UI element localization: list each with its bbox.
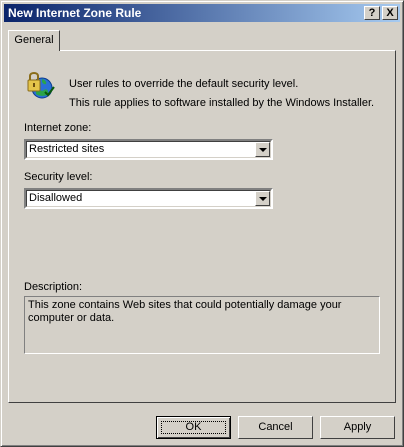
title-bar[interactable]: New Internet Zone Rule ? X — [4, 4, 400, 22]
cancel-button[interactable]: Cancel — [238, 416, 313, 439]
internet-zone-value: Restricted sites — [29, 143, 105, 155]
chevron-down-icon — [259, 197, 267, 201]
tab-general-label: General — [14, 34, 54, 46]
window-title: New Internet Zone Rule — [8, 6, 142, 20]
description-box: This zone contains Web sites that could … — [24, 296, 380, 354]
ok-button[interactable]: OK — [156, 416, 231, 439]
security-level-dropdown[interactable]: Disallowed — [24, 188, 273, 209]
apply-button[interactable]: Apply — [320, 416, 395, 439]
lock-globe-icon — [24, 68, 56, 100]
security-level-label: Security level: — [24, 171, 93, 183]
description-label: Description: — [24, 281, 83, 293]
tab-general[interactable]: General — [8, 30, 60, 51]
chevron-down-icon — [259, 148, 267, 152]
intro-text-1: User rules to override the default secur… — [69, 78, 299, 90]
security-level-dropdown-button[interactable] — [255, 191, 270, 206]
security-level-value: Disallowed — [29, 192, 83, 204]
description-text: This zone contains Web sites that could … — [28, 299, 342, 324]
focus-rectangle — [161, 421, 226, 434]
help-button[interactable]: ? — [364, 6, 380, 20]
cancel-label: Cancel — [258, 421, 293, 433]
close-button[interactable]: X — [382, 6, 398, 20]
internet-zone-dropdown[interactable]: Restricted sites — [24, 139, 273, 160]
intro-text-2: This rule applies to software installed … — [69, 97, 375, 109]
apply-label: Apply — [343, 421, 372, 433]
internet-zone-dropdown-button[interactable] — [255, 142, 270, 157]
internet-zone-label: Internet zone: — [24, 122, 92, 134]
